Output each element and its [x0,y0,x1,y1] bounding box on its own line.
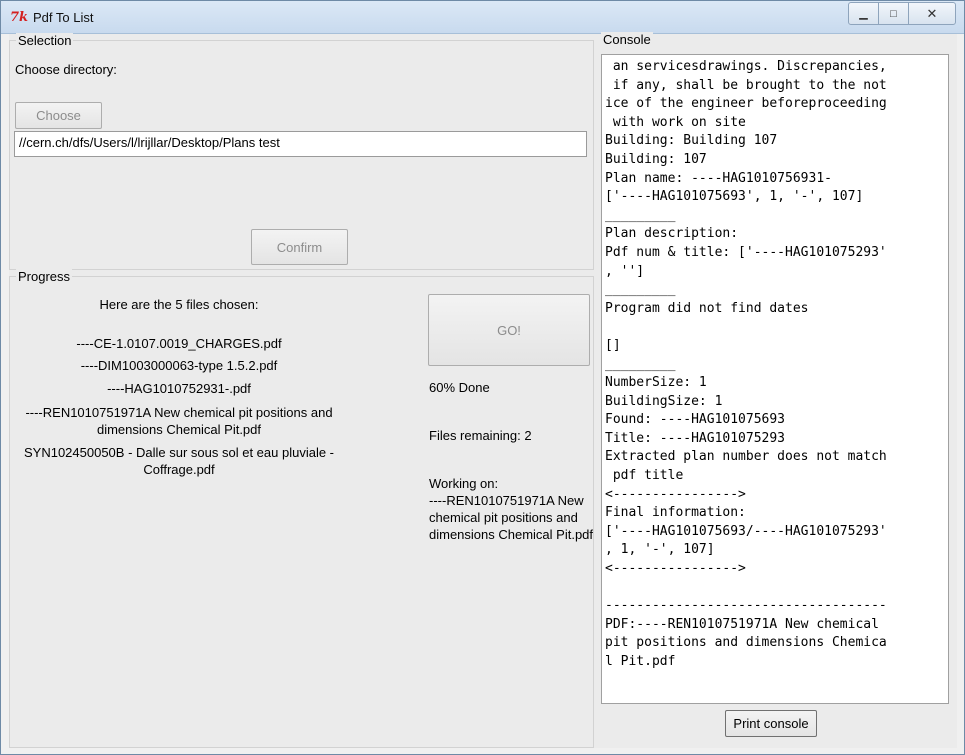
console-line: , 1, '-', 107] [605,542,715,558]
console-line: _________ [605,356,676,372]
window-title: Pdf To List [33,10,94,25]
console-line: ['----HAG101075693', 1, '-', 107] [605,189,864,205]
console-line: pdf title [605,468,684,484]
console-line: Found: ----HAG101075693 [605,412,786,428]
console-line: ['----HAG101075693/----HAG101075293' [605,523,887,539]
console-line: <----------------> [605,561,746,577]
console-line: an servicesdrawings. Discrepancies, [605,59,887,74]
tk-feather-icon: 7k [10,10,29,25]
console-line: Title: ----HAG101075293 [605,430,786,446]
console-line: _________ [605,207,676,223]
console-line: with work on site [605,114,746,130]
files-remaining-label: Files remaining: 2 [429,428,532,443]
print-console-button[interactable]: Print console [725,710,817,737]
confirm-button[interactable]: Confirm [251,229,348,265]
directory-path-input[interactable]: //cern.ch/dfs/Users/l/lrijllar/Desktop/P… [14,131,587,157]
console-line: Plan description: [605,226,739,242]
console-line: <----------------> [605,486,746,502]
window-controls: ▁ □ ✕ [848,2,956,25]
choose-button[interactable]: Choose [15,102,102,129]
app-window: 7k Pdf To List ▁ □ ✕ Selection Choose di… [0,0,965,755]
console-line: Program did not find dates [605,300,809,316]
console-line: pit positions and dimensions Chemica [605,635,887,651]
console-lines: an servicesdrawings. Discrepancies, if a… [605,58,945,672]
working-on-label: Working on: ----REN1010751971A New chemi… [429,476,594,542]
file-item: ----HAG1010752931-.pdf [107,381,251,396]
console-line: Building: Building 107 [605,133,778,149]
console-line: l Pit.pdf [605,654,676,669]
progress-frame-label: Progress [16,269,73,284]
files-header: Here are the 5 files chosen: [99,297,259,312]
minimize-button[interactable]: ▁ [849,3,879,24]
console-line: [] [605,337,621,353]
console-output[interactable]: an servicesdrawings. Discrepancies, if a… [601,54,949,704]
console-line: ------------------------------------ [605,598,887,614]
console-line: _________ [605,282,676,298]
file-item: ----REN1010751971A New chemical pit posi… [25,405,333,437]
close-icon: ✕ [926,5,938,21]
console-line: Pdf num & title: ['----HAG101075293' [605,244,887,260]
choose-directory-label: Choose directory: [15,62,117,77]
file-item: ----DIM1003000063-type 1.5.2.pdf [80,358,278,373]
client-area: Selection Choose directory: Choose //cer… [9,32,957,748]
maximize-button[interactable]: □ [879,3,909,24]
console-line: PDF:----REN1010751971A New chemical [605,616,879,632]
selection-frame-label: Selection [16,33,74,48]
console-line: if any, shall be brought to the not [605,77,887,93]
title-bar[interactable]: 7k Pdf To List ▁ □ ✕ [1,1,964,34]
go-button[interactable]: GO! [428,294,590,366]
file-item: SYN102450050B - Dalle sur sous sol et ea… [23,445,334,477]
console-line: Building: 107 [605,151,707,167]
maximize-icon: □ [890,7,897,20]
close-button[interactable]: ✕ [909,3,955,24]
console-line: ice of the engineer beforeproceeding [605,96,887,112]
console-line: NumberSize: 1 [605,375,707,391]
console-line: Final information: [605,505,746,521]
console-line: , ''] [605,263,645,279]
console-line: BuildingSize: 1 [605,393,723,409]
minimize-icon: ▁ [859,8,868,20]
console-line: Plan name: ----HAG1010756931- [605,170,832,186]
console-line: Extracted plan number does not match [605,449,887,465]
console-frame-label: Console [601,32,653,47]
file-item: ----CE-1.0107.0019_CHARGES.pdf [76,336,282,351]
percent-done-label: 60% Done [429,380,490,395]
